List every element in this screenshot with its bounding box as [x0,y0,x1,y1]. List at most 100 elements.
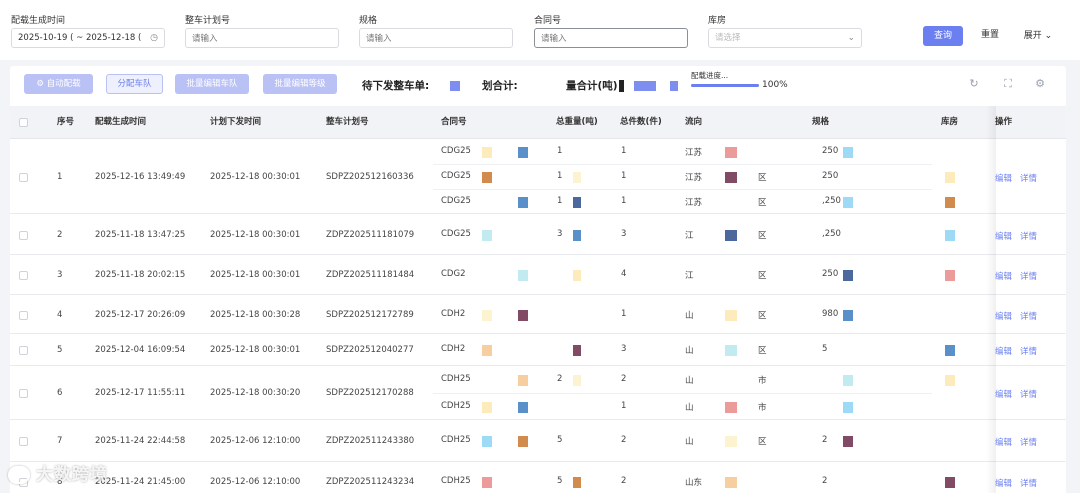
row-flow: 山 [685,403,694,413]
row-count: 3 [621,229,627,239]
redacted-block [482,230,492,241]
redacted-block [945,345,955,356]
col-count: 总件数(件) [620,117,662,127]
row-edit-link[interactable]: 编辑 [995,436,1012,448]
row-count: 1 [621,196,627,206]
row-edit-link[interactable]: 编辑 [995,388,1012,400]
plan-no-input[interactable] [185,28,339,48]
redacted-block [843,375,853,386]
redacted-block [518,402,528,413]
redacted-block [518,270,528,281]
row-checkbox[interactable] [19,173,28,182]
redacted-block [945,172,955,183]
redacted-block [634,81,656,91]
row-detail-link[interactable]: 详情 [1020,436,1037,448]
redacted-block [725,436,737,447]
row-count: 4 [621,269,627,279]
col-weight: 总重量(吨) [556,117,598,127]
redacted-block [518,197,528,208]
row-spec: 250 [822,269,839,279]
redacted-block [725,345,737,356]
settings-icon[interactable]: ⚙ [1032,76,1048,92]
select-all-checkbox[interactable] [19,118,28,127]
row-plan-time: 2025-12-06 12:10:00 [210,436,301,446]
row-detail-link[interactable]: 详情 [1020,172,1037,184]
row-flow: 江苏 [685,148,703,158]
row-weight: 1 [557,196,563,206]
col-contract: 合同号 [441,117,467,127]
row-spec: ,250 [822,196,841,206]
row-checkbox[interactable] [19,389,28,398]
expand-button[interactable]: 展开 ⌄ [1016,26,1060,46]
row-flow: 山 [685,376,694,386]
col-ops: 操作 [995,117,1013,127]
chevron-down-icon: ⌄ [847,33,855,43]
row-edit-link[interactable]: 编辑 [995,270,1012,282]
row-checkbox[interactable] [19,346,28,355]
row-detail-link[interactable]: 详情 [1020,230,1037,242]
search-button[interactable]: 查询 [923,26,963,46]
expand-label: 展开 [1023,31,1042,41]
warehouse-select[interactable]: 请选择 ⌄ [708,28,862,48]
row-detail-link[interactable]: 详情 [1020,345,1037,357]
row-flow: 江 [685,231,694,241]
row-detail-link[interactable]: 详情 [1020,270,1037,282]
auto-load-icon: ⚙ [36,79,47,89]
redacted-block [945,230,955,241]
row-gen-time: 2025-11-24 21:45:00 [95,477,186,487]
row-plan-no: SDPZ202512040277 [326,345,414,355]
table-row: 2 2025-11-18 13:47:25 2025-12-18 00:30:01 Z… [10,214,1066,255]
row-detail-link[interactable]: 详情 [1020,477,1037,489]
redacted-block [573,230,581,241]
progress-bar [691,84,759,87]
row-spec: 2 [822,476,828,486]
fullscreen-icon[interactable]: ⛶ [1000,76,1016,92]
row-count: 1 [621,171,627,181]
row-checkbox[interactable] [19,271,28,280]
row-plan-no: ZDPZ202511181079 [326,230,415,240]
row-edit-link[interactable]: 编辑 [995,230,1012,242]
redacted-block [482,402,492,413]
reset-button[interactable]: 重置 [970,26,1010,46]
row-checkbox[interactable] [19,231,28,240]
batch-edit-grade-button[interactable]: 批量编辑等级 [263,74,337,94]
redacted-block [725,310,737,321]
row-checkbox[interactable] [19,437,28,446]
row-flow-suffix: 区 [758,346,767,356]
row-edit-link[interactable]: 编辑 [995,477,1012,489]
row-contract: CDG25 [441,171,471,181]
redacted-block [482,436,492,447]
redacted-block [725,230,737,241]
row-flow-suffix: 区 [758,173,767,183]
row-spec: 250 [822,146,839,156]
row-count: 2 [621,435,627,445]
assign-team-button[interactable]: 分配车队 [106,74,163,94]
row-checkbox[interactable] [19,311,28,320]
row-count: 1 [621,309,627,319]
row-detail-link[interactable]: 详情 [1020,388,1037,400]
watermark-logo-icon [8,466,30,484]
row-contract: CDG2 [441,269,466,279]
auto-load-button[interactable]: ⚙ 自动配载 [24,74,93,94]
row-flow-suffix: 市 [758,403,767,413]
row-index: 5 [57,345,63,355]
row-contract: CDH25 [441,435,471,445]
batch-edit-team-button[interactable]: 批量编辑车队 [175,74,249,94]
sub-row-divider [433,393,932,394]
gen-time-range-picker[interactable]: 2025-10-19 ( ~ 2025-12-18 ( ◷ [11,28,165,48]
row-edit-link[interactable]: 编辑 [995,345,1012,357]
refresh-icon[interactable]: ↻ [966,76,982,92]
row-detail-link[interactable]: 详情 [1020,310,1037,322]
warehouse-label: 库房 [708,16,727,26]
row-edit-link[interactable]: 编辑 [995,172,1012,184]
row-plan-time: 2025-12-18 00:30:01 [210,172,301,182]
contract-input[interactable] [534,28,688,48]
row-contract: CDH2 [441,344,466,354]
row-edit-link[interactable]: 编辑 [995,310,1012,322]
redacted-block [482,172,492,183]
row-plan-time: 2025-12-18 00:30:20 [210,388,301,398]
spec-input[interactable] [359,28,513,48]
row-spec: 980 [822,309,839,319]
progress-fill [691,84,759,87]
redacted-block [573,270,581,281]
